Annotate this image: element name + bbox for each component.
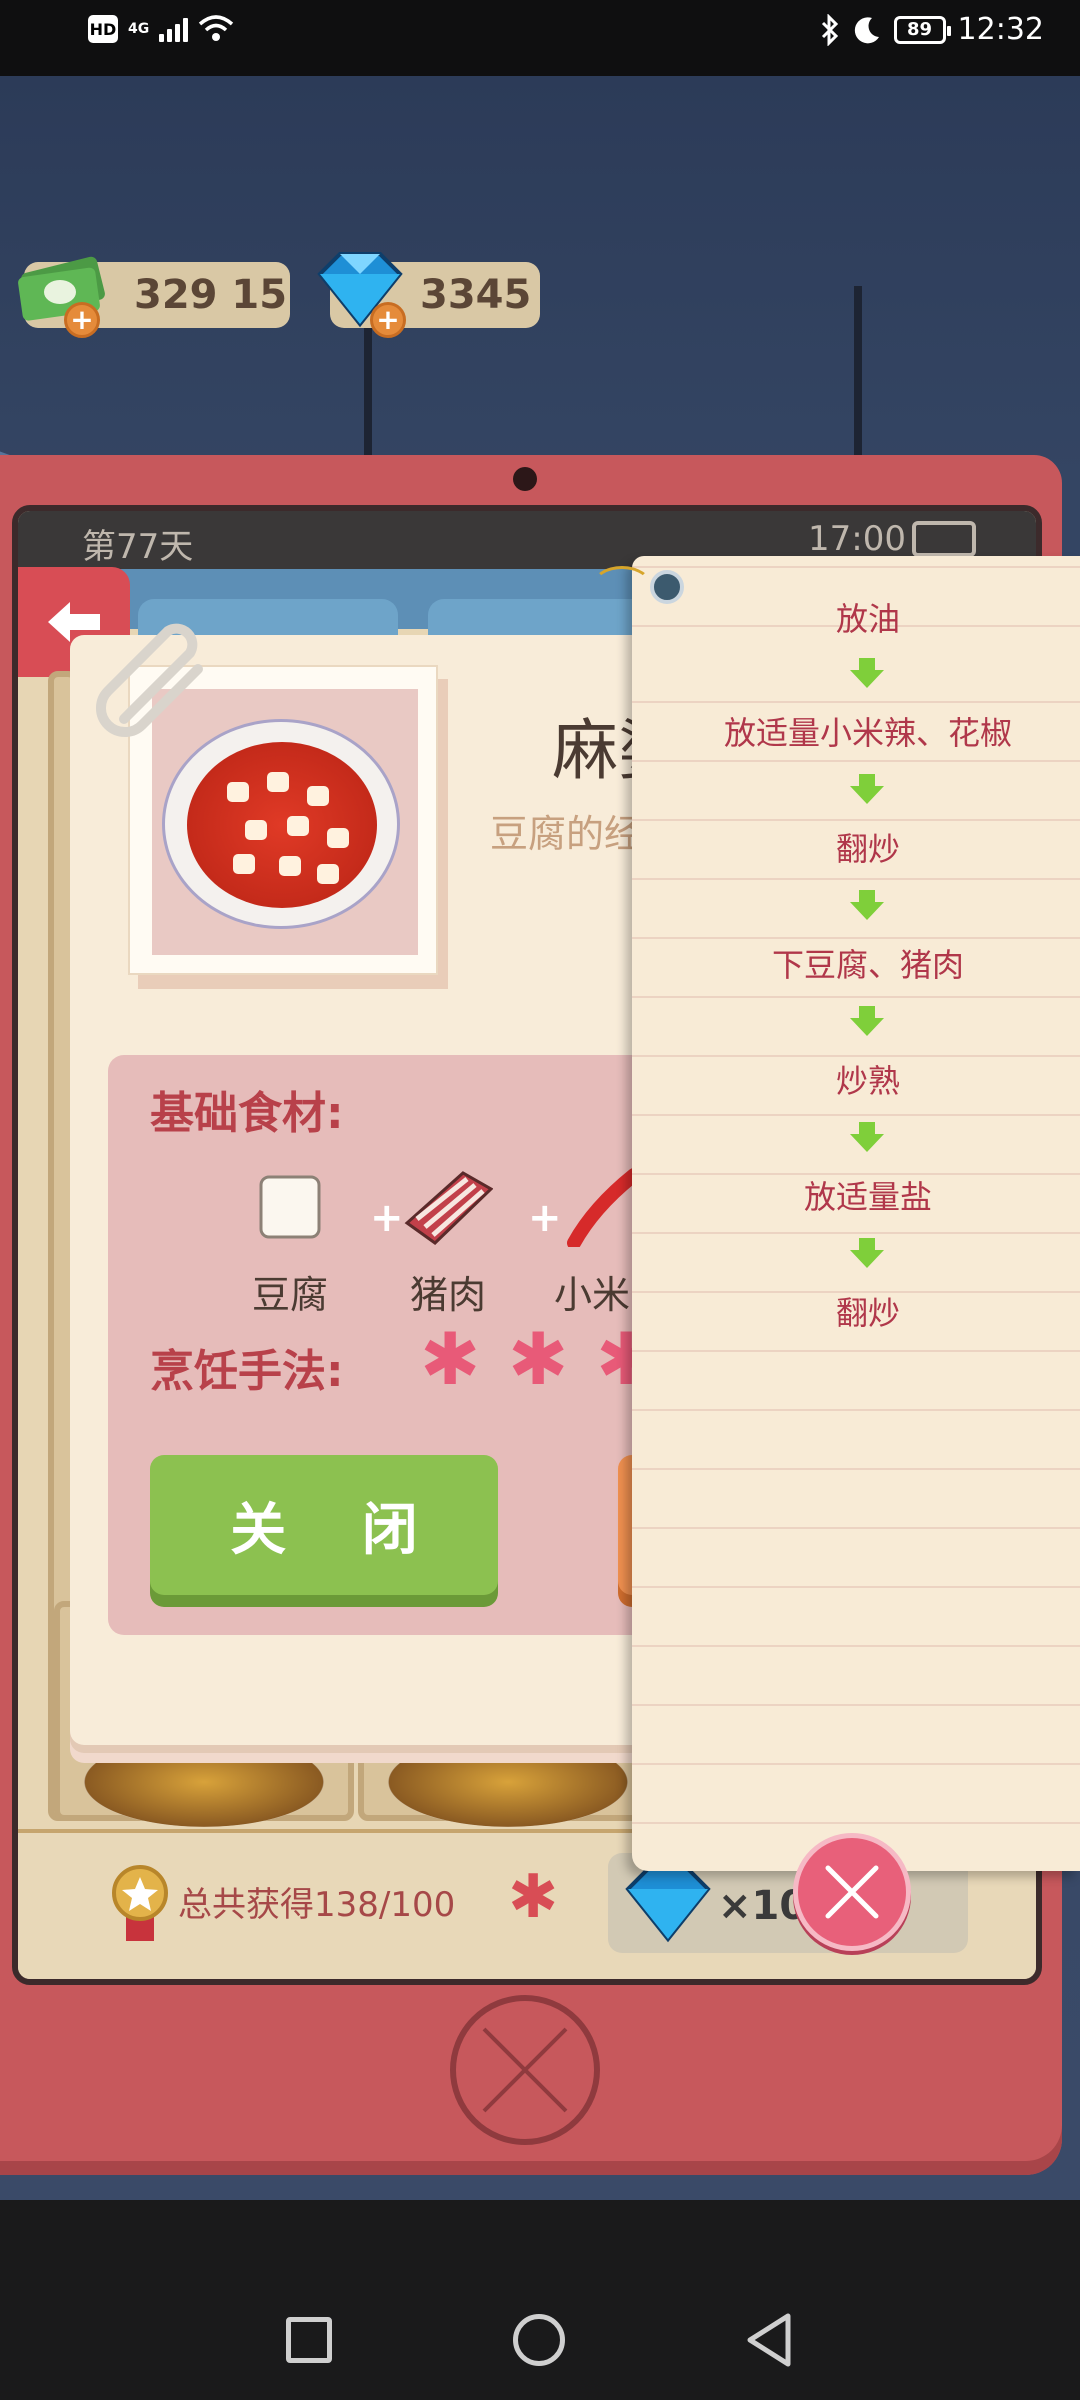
status-left: HD 4G: [88, 14, 234, 44]
add-cash-icon[interactable]: +: [64, 302, 100, 338]
cash-value: 329 15: [134, 272, 288, 318]
gems-value: 3345: [420, 272, 532, 318]
hd-badge: HD: [88, 15, 118, 43]
down-arrow-icon: [850, 1006, 884, 1036]
device-home-button[interactable]: [450, 1995, 600, 2145]
down-arrow-icon: [850, 658, 884, 688]
device-camera: [513, 467, 537, 491]
system-nav-bar: [0, 2200, 1080, 2400]
base-ingredients-title: 基础食材:: [150, 1088, 344, 1139]
technique-star-icon: ✱: [420, 1317, 481, 1401]
plate-image: [162, 719, 400, 929]
gem-counter[interactable]: + 3345: [317, 252, 540, 338]
step-item: 放适量小米辣、花椒: [723, 714, 1012, 752]
step-item: 翻炒: [835, 830, 900, 868]
tofu-icon: [259, 1175, 321, 1239]
signal-icon: [159, 16, 189, 42]
wifi-icon: [199, 15, 234, 41]
step-item: 放油: [835, 600, 900, 638]
recipe-detail-card: 麻婆 豆腐的经 基础食材: 豆腐 + 猪肉 + 小米 烹饪手法: ✱ ✱ ✱ 关…: [70, 623, 690, 1745]
ingredient-label: 猪肉: [409, 1273, 486, 1317]
step-item: 炒熟: [835, 1062, 900, 1100]
close-icon: [482, 2027, 568, 2113]
down-arrow-icon: [850, 890, 884, 920]
mapo-tofu-image: [187, 742, 377, 908]
star-icon: ✱: [508, 1862, 559, 1932]
device-battery-icon: [912, 521, 976, 557]
ingredient-item: 猪肉: [398, 1167, 498, 1319]
add-gems-icon[interactable]: +: [370, 302, 406, 338]
technique-title: 烹饪手法:: [150, 1346, 344, 1397]
network-type: 4G: [128, 21, 150, 37]
ingredients-panel: 基础食材: 豆腐 + 猪肉 + 小米 烹饪手法: ✱ ✱ ✱ 关 闭: [108, 1055, 678, 1635]
recents-button[interactable]: [286, 2317, 332, 2363]
step-item: 下豆腐、猪肉: [771, 946, 964, 984]
moon-icon: [854, 16, 879, 43]
total-earned-label: 总共获得138/100: [178, 1885, 456, 1925]
day-label: 第77天: [82, 527, 194, 567]
status-right: 89 12:32: [820, 12, 1044, 47]
cash-counter[interactable]: + 329 15: [18, 256, 290, 338]
note-string: [592, 566, 652, 606]
step-item: 翻炒: [835, 1294, 900, 1332]
technique-star-icon: ✱: [508, 1317, 569, 1401]
battery-icon: 89: [893, 15, 951, 44]
paperclip-icon: [95, 623, 203, 738]
down-arrow-icon: [850, 774, 884, 804]
medal-icon: [112, 1865, 168, 1941]
close-button[interactable]: 关 闭: [150, 1455, 498, 1595]
down-arrow-icon: [850, 1238, 884, 1268]
status-bar: HD 4G 89 12:32: [0, 0, 1080, 76]
device-clock: 17:00: [808, 519, 906, 559]
dish-thumbnail: [84, 1737, 324, 1827]
ingredient-item: 豆腐: [240, 1167, 340, 1319]
ingredient-label: 豆腐: [251, 1273, 328, 1317]
status-time: 12:32: [957, 12, 1044, 47]
step-item: 放适量盐: [803, 1178, 932, 1216]
down-arrow-icon: [850, 1122, 884, 1152]
bluetooth-icon: [821, 13, 838, 46]
cooking-steps-note: 放油 放适量小米辣、花椒 翻炒 下豆腐、猪肉 炒熟 放适量盐 翻炒: [592, 556, 1080, 1871]
dish-description: 豆腐的经: [490, 812, 643, 856]
back-button[interactable]: [744, 2312, 794, 2368]
home-button[interactable]: [513, 2314, 565, 2366]
pork-icon: [404, 1171, 494, 1245]
dish-thumbnail: [388, 1737, 628, 1827]
close-steps-button[interactable]: [793, 1833, 911, 1951]
gem-icon: [625, 1867, 711, 1943]
close-icon: [825, 1865, 879, 1919]
